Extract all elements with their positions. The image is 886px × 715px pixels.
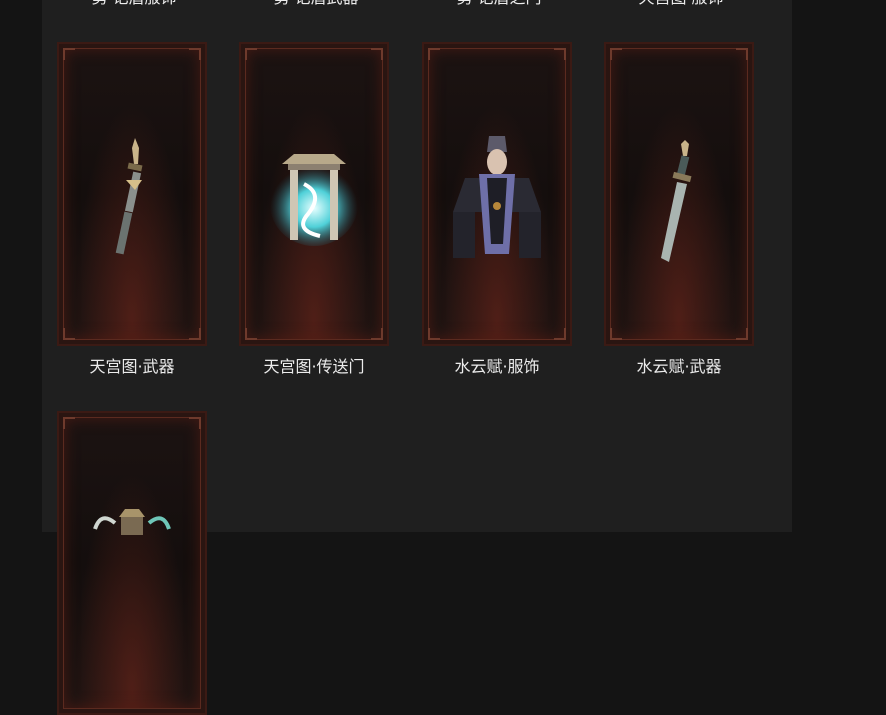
item-card-shuiyun-weapon[interactable] <box>604 42 754 346</box>
portal-icon <box>241 144 387 274</box>
item-gallery-panel: 勇·记盾服饰 勇·记盾武器 勇·记盾之门 天宫图·服饰 天宫图·武器 <box>42 0 792 715</box>
item-caption[interactable]: 天宫图·武器 <box>52 357 212 377</box>
blade-icon <box>606 134 752 264</box>
item-caption[interactable]: 天宫图·传送门 <box>234 357 394 377</box>
item-caption[interactable]: 水云赋·武器 <box>599 357 759 377</box>
item-caption[interactable]: 水云赋·服饰 <box>417 357 577 377</box>
sword-icon <box>59 134 205 264</box>
costume-figure-icon <box>424 134 570 264</box>
item-card-shuiyun-costume[interactable] <box>422 42 572 346</box>
item-caption[interactable]: 天宫图·服饰 <box>601 0 761 8</box>
item-caption[interactable]: 勇·记盾服饰 <box>54 0 214 8</box>
item-card-partial[interactable] <box>57 411 207 715</box>
dragon-portal-icon <box>59 505 205 545</box>
item-caption[interactable]: 勇·记盾之门 <box>419 0 579 8</box>
item-card-tiangong-portal[interactable] <box>239 42 389 346</box>
item-card-tiangong-weapon[interactable] <box>57 42 207 346</box>
item-caption[interactable]: 勇·记盾武器 <box>236 0 396 8</box>
